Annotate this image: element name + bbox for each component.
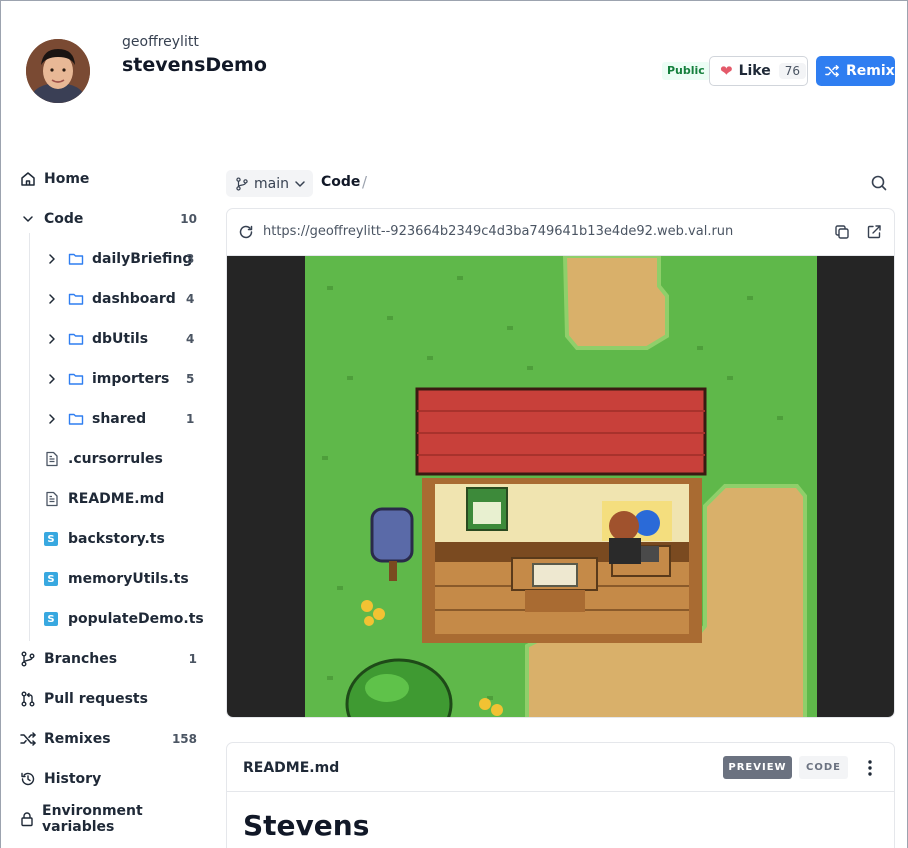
- sidebar-item-remixes[interactable]: Remixes 158: [19, 727, 197, 751]
- app-window: geoffreylitt stevensDemo Public ❤ Like 7…: [0, 0, 908, 848]
- folder-dashboard[interactable]: dashboard 4: [46, 287, 197, 311]
- owner-name[interactable]: geoffreylitt: [122, 34, 199, 50]
- file-text-icon: [46, 451, 58, 467]
- folder-count: 3: [186, 252, 195, 266]
- readme-header: README.md PREVIEW CODE: [227, 743, 894, 792]
- remix-label: Remix: [846, 63, 895, 79]
- folder-label: importers: [92, 371, 170, 387]
- branch-icon: [236, 176, 248, 191]
- chevron-down-icon: [295, 180, 305, 187]
- file-memory-utils[interactable]: S memoryUtils.ts: [44, 567, 189, 591]
- copy-icon[interactable]: [833, 223, 851, 241]
- folder-db-utils[interactable]: dbUtils 4: [46, 327, 197, 351]
- folder-daily-briefing[interactable]: dailyBriefing 3: [46, 247, 197, 271]
- chevron-right-icon: [49, 334, 55, 344]
- file-label: .cursorrules: [68, 451, 163, 467]
- sidebar-item-label: Environment variables: [42, 803, 143, 835]
- folder-icon: [68, 333, 84, 345]
- folder-label: dbUtils: [92, 331, 149, 347]
- file-populate-demo[interactable]: S populateDemo.ts: [44, 607, 204, 631]
- file-backstory[interactable]: S backstory.ts: [44, 527, 165, 551]
- like-button[interactable]: ❤ Like 76: [709, 56, 808, 86]
- sidebar-item-label: History: [44, 771, 102, 787]
- file-cursorrules[interactable]: .cursorrules: [45, 447, 163, 471]
- sidebar-item-pull-requests[interactable]: Pull requests: [19, 687, 197, 711]
- sidebar-item-label: Home: [44, 171, 90, 187]
- readme-heading: Stevens: [243, 809, 370, 842]
- breadcrumb-current[interactable]: Code: [321, 174, 360, 190]
- folder-count: 4: [186, 332, 195, 346]
- branch-name: main: [254, 175, 289, 192]
- history-icon: [19, 770, 37, 788]
- tree-guide-line: [29, 233, 30, 641]
- breadcrumb-separator: /: [362, 173, 368, 191]
- game-canvas[interactable]: [227, 254, 894, 717]
- folder-icon: [68, 413, 84, 425]
- folder-count: 5: [186, 372, 195, 386]
- branch-selector[interactable]: main: [226, 170, 313, 197]
- folder-label: shared: [92, 411, 147, 427]
- preview-url[interactable]: https://geoffreylitt--923664b2349c4d3ba7…: [263, 224, 733, 239]
- like-count: 76: [778, 63, 807, 79]
- folder-count: 1: [186, 412, 195, 426]
- pull-request-icon: [19, 690, 37, 708]
- script-icon: S: [44, 572, 58, 586]
- file-label: README.md: [68, 491, 165, 507]
- remix-button[interactable]: Remix: [816, 56, 895, 86]
- chevron-right-icon: [49, 414, 55, 424]
- folder-shared[interactable]: shared 1: [46, 407, 197, 431]
- script-icon: S: [44, 612, 58, 626]
- val-title: stevensDemo: [122, 54, 267, 76]
- heart-icon: ❤: [720, 61, 733, 80]
- external-link-icon[interactable]: [865, 223, 883, 241]
- file-label: populateDemo.ts: [68, 611, 204, 627]
- sidebar-count: 1: [188, 652, 197, 666]
- file-text-icon: [46, 491, 58, 507]
- sidebar-item-label: Code: [44, 211, 84, 227]
- sidebar-item-branches[interactable]: Branches 1: [19, 647, 197, 671]
- folder-importers[interactable]: importers 5: [46, 367, 197, 391]
- folder-label: dailyBriefing: [92, 251, 193, 267]
- file-label: backstory.ts: [68, 531, 165, 547]
- folder-icon: [68, 293, 84, 305]
- home-icon: [19, 170, 37, 188]
- visibility-badge: Public: [662, 62, 710, 80]
- folder-icon: [68, 253, 84, 265]
- tab-code[interactable]: CODE: [799, 756, 848, 779]
- file-label: memoryUtils.ts: [68, 571, 189, 587]
- search-icon[interactable]: [869, 173, 889, 193]
- avatar[interactable]: [26, 39, 90, 103]
- folder-label: dashboard: [92, 291, 176, 307]
- chevron-right-icon: [49, 294, 55, 304]
- folder-count: 4: [186, 292, 195, 306]
- shuffle-icon: [825, 65, 839, 77]
- sidebar-item-label: Pull requests: [44, 691, 148, 707]
- more-options-icon[interactable]: [862, 757, 878, 779]
- like-label: Like: [738, 63, 771, 79]
- preview-panel: https://geoffreylitt--923664b2349c4d3ba7…: [226, 208, 895, 718]
- tab-preview[interactable]: PREVIEW: [723, 756, 792, 779]
- folder-icon: [68, 373, 84, 385]
- sidebar-item-code[interactable]: Code 10: [19, 207, 197, 231]
- script-icon: S: [44, 532, 58, 546]
- sidebar-item-home[interactable]: Home: [19, 167, 197, 191]
- sidebar-item-label: Branches: [44, 651, 118, 667]
- sidebar-item-history[interactable]: History: [19, 767, 197, 791]
- refresh-icon[interactable]: [238, 224, 254, 240]
- lock-icon: [19, 810, 35, 828]
- shuffle-icon: [19, 730, 37, 748]
- sidebar-item-label: Remixes: [44, 731, 111, 747]
- readme-panel: README.md PREVIEW CODE Stevens: [226, 742, 895, 848]
- readme-filename: README.md: [243, 760, 340, 776]
- file-readme[interactable]: README.md: [45, 487, 164, 511]
- url-bar: https://geoffreylitt--923664b2349c4d3ba7…: [227, 209, 894, 256]
- chevron-right-icon: [49, 254, 55, 264]
- chevron-right-icon: [49, 374, 55, 384]
- branch-icon: [19, 650, 37, 668]
- sidebar-count: 10: [180, 212, 197, 226]
- chevron-down-icon: [19, 210, 37, 228]
- sidebar-item-env-vars[interactable]: Environment variables: [19, 803, 197, 835]
- sidebar-count: 158: [171, 732, 197, 746]
